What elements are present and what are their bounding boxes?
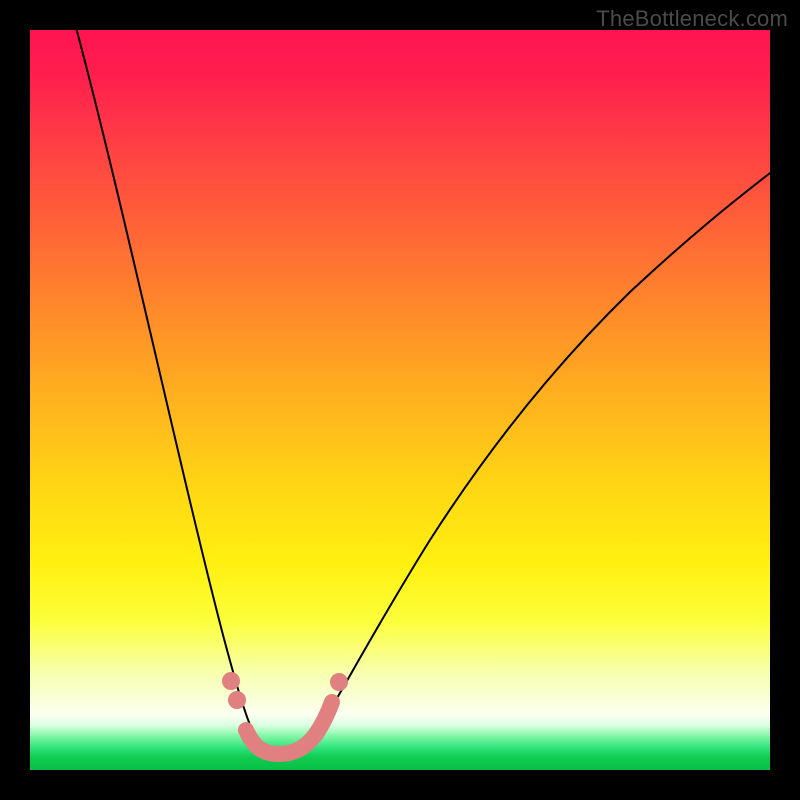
bottleneck-curve xyxy=(74,20,774,753)
curve-layer xyxy=(30,30,770,770)
watermark-text: TheBottleneck.com xyxy=(596,6,788,32)
highlight-markers xyxy=(222,672,348,754)
plot-area xyxy=(30,30,770,770)
chart-frame: TheBottleneck.com xyxy=(0,0,800,800)
